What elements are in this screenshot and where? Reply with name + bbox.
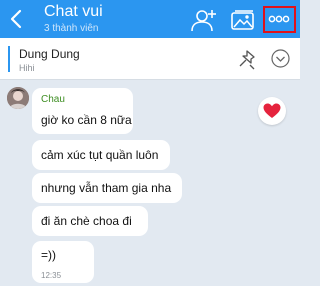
avatar-image: [7, 87, 29, 109]
more-button[interactable]: [263, 6, 296, 33]
chevron-down-icon: [271, 49, 290, 68]
message-text: =)): [41, 248, 56, 262]
expand-pinned-button[interactable]: [271, 49, 290, 68]
pin-icon: [239, 50, 255, 70]
reaction-badge[interactable]: [258, 97, 286, 125]
add-member-icon: [191, 10, 216, 32]
sender-name: Chau: [41, 94, 65, 105]
message-text: cảm xúc tụt quần luôn: [41, 148, 159, 162]
message-text: giờ ko cần 8 nữa: [41, 113, 132, 127]
message-text: nhưng vẫn tham gia nha: [41, 181, 172, 195]
gallery-icon: [231, 10, 254, 30]
message-bubble[interactable]: Chau giờ ko cần 8 nữa: [32, 88, 133, 134]
back-button[interactable]: [6, 6, 28, 32]
back-icon: [10, 9, 22, 29]
pinned-accent-bar: [8, 46, 10, 72]
pinned-text: Hihi: [19, 63, 35, 73]
message-bubble[interactable]: nhưng vẫn tham gia nha: [32, 173, 182, 203]
message-bubble[interactable]: đi ăn chè choa đi: [32, 206, 148, 236]
message-bubble[interactable]: =)) 12:35: [32, 241, 94, 283]
chat-header: Chat vui 3 thành viên: [0, 0, 300, 38]
message-bubble[interactable]: cảm xúc tụt quần luôn: [32, 140, 170, 170]
heart-icon: [263, 103, 281, 118]
member-count: 3 thành viên: [44, 23, 99, 34]
avatar[interactable]: [7, 87, 29, 109]
gallery-button[interactable]: [230, 8, 256, 32]
add-member-button[interactable]: [188, 7, 218, 33]
pinned-sender: Dung Dung: [19, 47, 80, 61]
message-time: 12:35: [41, 271, 62, 280]
chat-title[interactable]: Chat vui: [44, 3, 103, 21]
unpin-button[interactable]: [236, 48, 258, 70]
pinned-message[interactable]: Dung Dung Hihi: [0, 38, 300, 80]
more-icon: [268, 15, 290, 23]
message-text: đi ăn chè choa đi: [41, 214, 132, 228]
